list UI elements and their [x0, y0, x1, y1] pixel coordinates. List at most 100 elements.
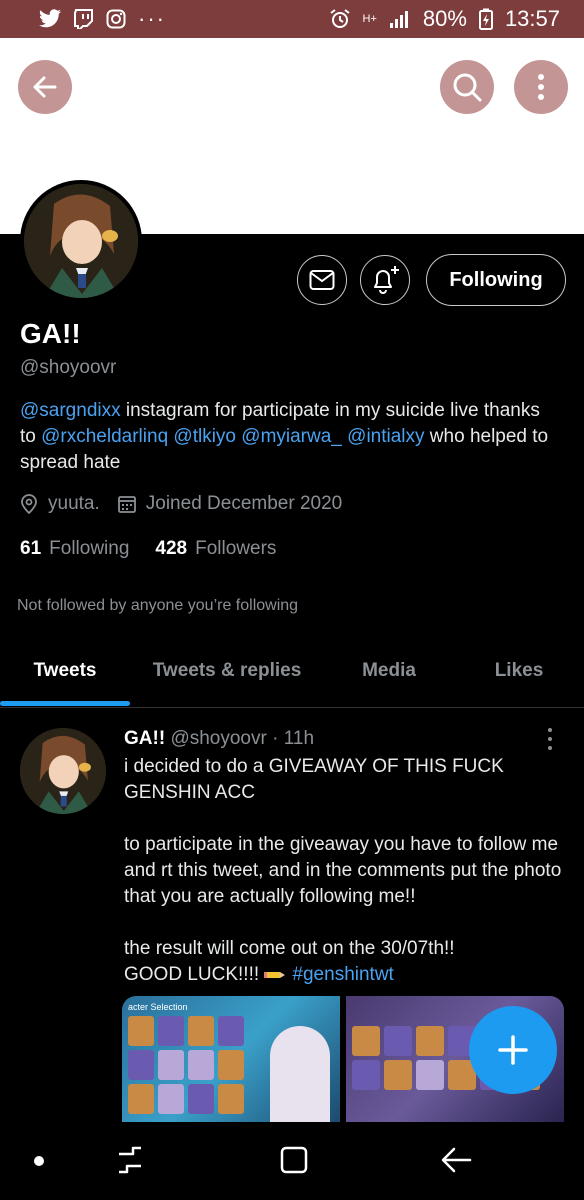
profile-bio: @sargndixx instagram for participate in …: [20, 398, 560, 476]
tab-tweets[interactable]: Tweets: [0, 646, 130, 706]
media-caption: acter Selection: [128, 1002, 188, 1012]
network-type: H+: [362, 12, 377, 25]
recent-apps-icon: [119, 1146, 141, 1174]
grid-cell: [218, 1050, 244, 1080]
bell-plus-icon: [374, 266, 399, 294]
grid-cell: [416, 1026, 444, 1056]
joined-text: Joined December 2020: [145, 493, 343, 514]
not-followed-notice: Not followed by anyone you’re following: [17, 597, 299, 614]
tweet-time[interactable]: 11h: [284, 728, 314, 749]
instagram-icon: [106, 9, 126, 29]
grid-cell: [352, 1060, 380, 1090]
profile-handle: @shoyoovr: [20, 357, 117, 378]
more-dot: [548, 736, 552, 741]
followers-stat[interactable]: 428 Followers: [155, 538, 276, 560]
location-item: yuuta.: [20, 493, 100, 515]
grid-cell: [218, 1016, 244, 1046]
tweet-body: i decided to do a GIVEAWAY OF THIS FUCK …: [124, 756, 562, 986]
status-more: ···: [138, 6, 166, 31]
pencil-emoji-icon: [264, 962, 286, 988]
location-pin-icon: [21, 494, 37, 514]
home-icon: [280, 1146, 308, 1174]
profile-avatar[interactable]: [20, 180, 142, 302]
notifications-button[interactable]: [360, 255, 410, 305]
twitch-icon: [74, 9, 94, 29]
following-stat[interactable]: 61 Following: [20, 538, 129, 560]
more-dot: [548, 728, 552, 733]
character-figure: [270, 1026, 330, 1122]
profile-tabs: Tweets Tweets & replies Media Likes: [0, 646, 584, 708]
battery-percent: 80%: [422, 6, 467, 31]
tweet-avatar[interactable]: [20, 728, 106, 814]
profile-meta: yuuta. Joined December 2020: [20, 493, 360, 515]
calendar-icon: [117, 496, 136, 513]
bio-mention-link[interactable]: @tlkiyo: [173, 426, 236, 447]
tweet-more-button[interactable]: [540, 726, 560, 752]
grid-cell: [128, 1016, 154, 1046]
joined-item: Joined December 2020: [117, 493, 343, 515]
bio-mention-link[interactable]: @sargndixx: [20, 400, 121, 421]
alarm-icon: [329, 8, 351, 30]
grid-cell: [158, 1050, 184, 1080]
tab-likes[interactable]: Likes: [454, 646, 584, 696]
tweet-media-1[interactable]: acter Selection: [122, 996, 340, 1122]
following-button[interactable]: Following: [426, 254, 566, 306]
tweet-header: GA!! @shoyoovr · 11h: [124, 728, 314, 750]
status-bar: ··· H+ 80% 13:57: [0, 0, 584, 38]
grid-cell: [128, 1084, 154, 1114]
message-button[interactable]: [297, 255, 347, 305]
tweet-author-name[interactable]: GA!!: [124, 728, 165, 749]
grid-cell: [384, 1026, 412, 1056]
battery-charging-icon: [478, 8, 493, 30]
grid-cell: [158, 1016, 184, 1046]
bio-mention-link[interactable]: @myiarwa_: [241, 426, 342, 447]
grid-cell: [188, 1016, 214, 1046]
signal-icon: [389, 9, 411, 29]
tweet-hashtag-link[interactable]: #genshintwt: [292, 964, 393, 985]
following-label: Following: [49, 538, 130, 559]
avatar: [24, 184, 138, 298]
search-icon: [453, 73, 482, 102]
grid-cell: [188, 1050, 214, 1080]
tweet-text: i decided to do a GIVEAWAY OF THIS FUCK …: [124, 754, 564, 988]
mail-icon: [309, 270, 335, 290]
grid-cell: [128, 1050, 154, 1080]
tab-media[interactable]: Media: [324, 646, 454, 696]
grid-cell: [416, 1060, 444, 1090]
twitter-icon: [38, 9, 62, 29]
profile-stats: 61 Following 428 Followers: [20, 538, 302, 560]
bio-mention-link[interactable]: @intialxy: [347, 426, 424, 447]
followers-label: Followers: [195, 538, 277, 559]
grid-cell: [352, 1026, 380, 1056]
back-button[interactable]: [18, 60, 72, 114]
bio-mention-link[interactable]: @rxcheldarlinq: [41, 426, 168, 447]
back-arrow-icon: [441, 1147, 472, 1173]
more-options-button[interactable]: [514, 60, 568, 114]
following-count: 61: [20, 538, 42, 559]
location-text: yuuta.: [48, 493, 100, 514]
tweet-separator: ·: [266, 728, 284, 749]
status-bar-left: ···: [38, 6, 166, 32]
recent-apps-button[interactable]: [114, 1144, 146, 1181]
grid-cell: [188, 1084, 214, 1114]
system-nav-bar: [0, 1122, 584, 1200]
system-back-button[interactable]: [440, 1144, 472, 1181]
grid-cell: [158, 1084, 184, 1114]
more-vertical-icon: [538, 74, 544, 100]
nav-dot: [34, 1156, 44, 1166]
clock: 13:57: [504, 6, 560, 31]
plus-icon: [498, 1035, 528, 1065]
status-bar-right: H+ 80% 13:57: [329, 6, 560, 32]
followers-count: 428: [155, 538, 188, 559]
tweet-author-handle[interactable]: @shoyoovr: [170, 728, 266, 749]
home-button[interactable]: [278, 1144, 310, 1181]
more-dot: [548, 745, 552, 750]
profile-name: GA!!: [20, 318, 81, 349]
tab-tweets-replies[interactable]: Tweets & replies: [130, 646, 324, 696]
media-grid: [128, 1016, 244, 1114]
grid-cell: [218, 1084, 244, 1114]
arrow-left-icon: [33, 76, 57, 98]
search-button[interactable]: [440, 60, 494, 114]
compose-tweet-button[interactable]: [469, 1006, 557, 1094]
grid-cell: [384, 1060, 412, 1090]
